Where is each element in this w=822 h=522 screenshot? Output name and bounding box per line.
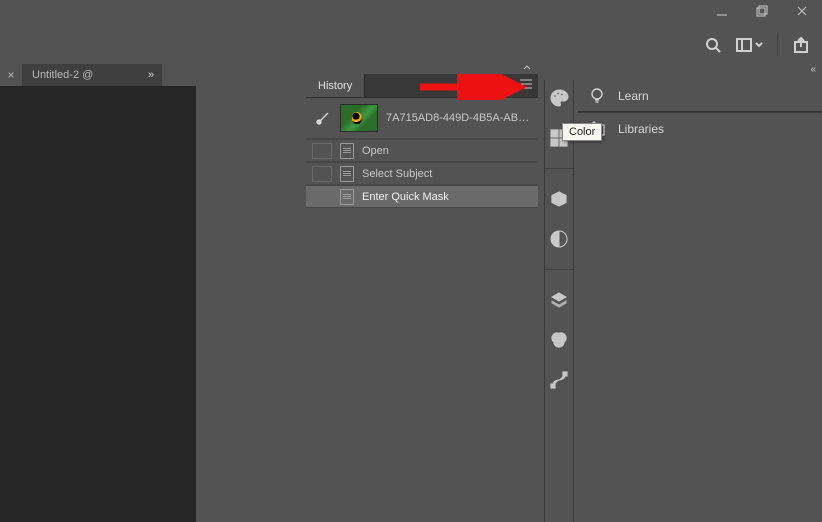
minimize-button[interactable] <box>702 0 742 22</box>
tab-history[interactable]: History <box>306 74 365 97</box>
lightbulb-icon <box>586 85 608 107</box>
document-tab-bar: × Untitled-2 @ » <box>0 64 162 86</box>
options-bar <box>0 30 822 60</box>
right-panel-group: Learn Libraries <box>578 80 822 522</box>
panel-libraries[interactable]: Libraries <box>578 113 822 145</box>
strip-separator <box>545 168 573 169</box>
document-tab-title: Untitled-2 @ <box>32 69 93 81</box>
document-icon <box>340 189 354 205</box>
history-state-list: Open Select Subject Enter Quick Mask <box>306 139 538 208</box>
separator <box>777 34 778 56</box>
adjustments-icon[interactable] <box>549 229 569 249</box>
search-icon[interactable] <box>704 36 722 54</box>
history-brush-target[interactable] <box>312 143 332 159</box>
panel-learn-label: Learn <box>618 89 649 103</box>
collapse-right-chevron[interactable]: « <box>810 64 816 75</box>
channels-icon[interactable] <box>549 330 569 350</box>
paths-icon[interactable] <box>549 370 569 390</box>
history-source-row[interactable]: 7A715AD8-449D-4B5A-ABA2C... <box>306 98 538 139</box>
annotation-arrow <box>420 74 540 100</box>
history-state-label: Open <box>362 145 538 157</box>
history-brush-icon <box>314 109 332 127</box>
history-source-thumbnail <box>340 104 378 132</box>
panel-learn[interactable]: Learn <box>578 80 822 112</box>
3d-icon[interactable] <box>549 189 569 209</box>
history-brush-target[interactable] <box>312 166 332 182</box>
color-palette-icon[interactable] <box>549 88 569 108</box>
canvas-area[interactable] <box>0 86 196 522</box>
history-state-open[interactable]: Open <box>306 139 538 162</box>
restore-button[interactable] <box>742 0 782 22</box>
arrange-documents-icon[interactable] <box>736 38 763 52</box>
history-state-label: Select Subject <box>362 168 538 180</box>
history-state-enter-quick-mask[interactable]: Enter Quick Mask <box>306 185 538 208</box>
layers-icon[interactable] <box>549 290 569 310</box>
panel-libraries-label: Libraries <box>618 122 664 136</box>
tooltip-color: Color <box>562 123 602 141</box>
panel-collapse-handle[interactable] <box>306 60 538 74</box>
document-tab-overflow[interactable]: » <box>140 64 162 86</box>
document-tab[interactable]: Untitled-2 @ <box>22 64 140 86</box>
tab-history-label: History <box>318 80 352 92</box>
close-window-button[interactable] <box>782 0 822 22</box>
strip-separator <box>545 269 573 270</box>
document-icon <box>340 143 354 159</box>
document-icon <box>340 166 354 182</box>
history-state-label: Enter Quick Mask <box>362 191 538 203</box>
panel-icon-strip <box>544 80 574 522</box>
history-source-label: 7A715AD8-449D-4B5A-ABA2C... <box>386 112 530 124</box>
share-icon[interactable] <box>792 36 810 54</box>
window-controls <box>702 0 822 22</box>
close-document-button[interactable]: × <box>0 68 22 82</box>
history-state-select-subject[interactable]: Select Subject <box>306 162 538 185</box>
history-panel: History 7A715AD8-449D-4B5A-ABA2C... Open… <box>306 60 538 522</box>
history-brush-target[interactable] <box>312 189 332 205</box>
